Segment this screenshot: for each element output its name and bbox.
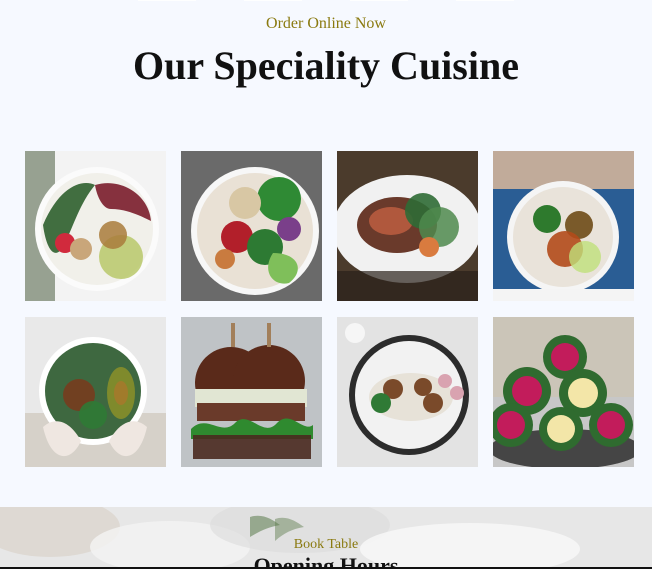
book-table-kicker: Book Table: [293, 537, 359, 552]
food-image: [337, 317, 478, 467]
top-navigation: [0, 0, 652, 4]
gallery-item-avocado-bowl-hands[interactable]: [25, 317, 166, 467]
gallery-item-noodle-bowl[interactable]: [337, 317, 478, 467]
nav-item[interactable]: [138, 0, 196, 1]
gallery-item-stuffed-roast-plate[interactable]: [337, 151, 478, 301]
cuisine-gallery: [25, 151, 635, 467]
gallery-item-veggie-burgers[interactable]: [181, 317, 322, 467]
booking-section-banner: Book Table Opening Hours: [0, 507, 652, 569]
gallery-item-beet-greens-bowl[interactable]: [25, 151, 166, 301]
order-online-kicker: Order Online Now: [266, 15, 386, 32]
nav-item[interactable]: [244, 0, 302, 1]
food-image: [337, 151, 478, 301]
nav-item[interactable]: [456, 0, 514, 1]
food-image: [181, 317, 322, 467]
food-image: [181, 151, 322, 301]
gallery-item-cabbage-wraps[interactable]: [493, 317, 634, 467]
gallery-item-buddha-bowl-hands[interactable]: [493, 151, 634, 301]
food-image: [25, 317, 166, 467]
gallery-item-chickpea-avocado-bowl[interactable]: [181, 151, 322, 301]
food-image: [493, 317, 634, 467]
food-image: [493, 151, 634, 301]
page-title: Our Speciality Cuisine: [133, 43, 519, 88]
nav-item[interactable]: [350, 0, 408, 1]
food-image: [25, 151, 166, 301]
